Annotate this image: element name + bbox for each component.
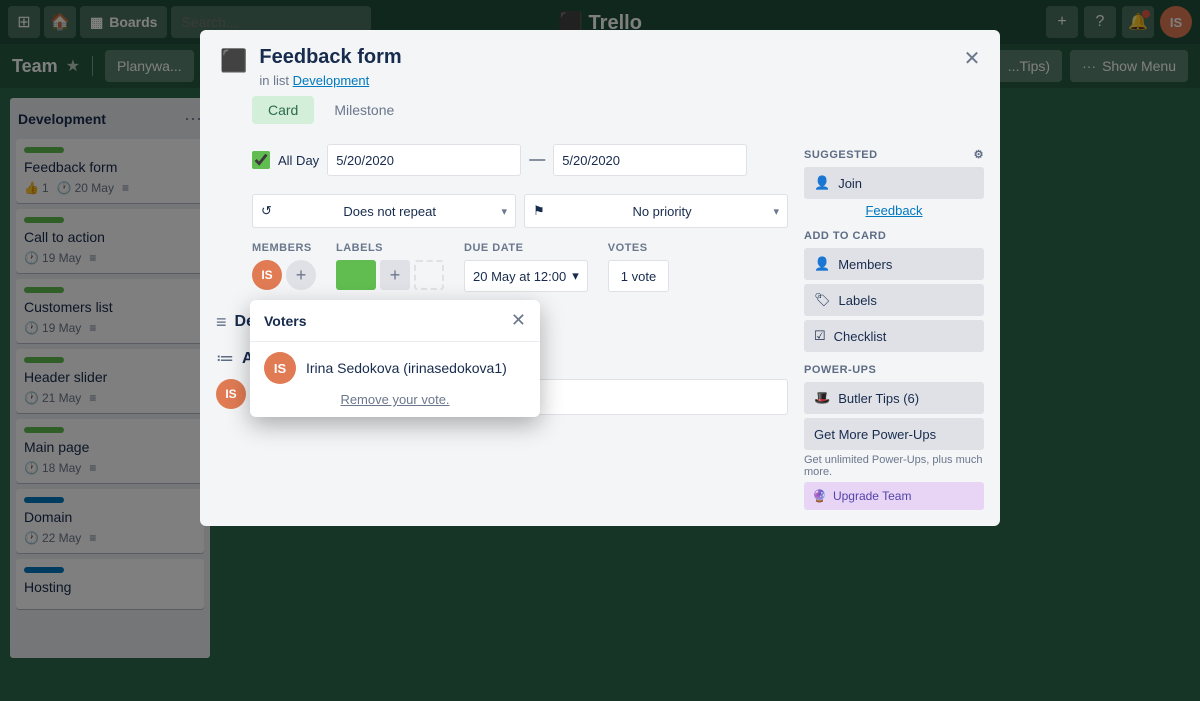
join-button[interactable]: 👤 Join	[804, 167, 984, 199]
repeat-icon: ↺	[261, 203, 272, 219]
card-modal: ⬛ Feedback form in list Development ✕ Ca…	[200, 30, 1000, 526]
members-label: MEMBERS	[252, 242, 316, 254]
voter-name: Irina Sedokova (irinasedokova1)	[306, 360, 507, 376]
members-section: MEMBERS IS +	[252, 242, 316, 292]
add-to-card-label: ADD TO CARD	[804, 230, 984, 242]
date-to-input[interactable]	[553, 144, 747, 176]
repeat-chevron-icon: ▾	[501, 205, 507, 218]
card-details-row: MEMBERS IS + LABELS +	[252, 242, 788, 292]
upgrade-icon: 🔮	[812, 489, 827, 503]
modal-list-link[interactable]: Development	[293, 73, 370, 88]
vote-button[interactable]: 1 vote	[608, 260, 669, 292]
tab-milestone[interactable]: Milestone	[318, 96, 410, 124]
modal-sidebar: SUGGESTED ⚙ 👤 Join Feedback ADD TO CARD …	[804, 136, 984, 510]
labels-icon: 🏷	[814, 292, 831, 308]
labels-content: +	[336, 260, 444, 290]
date-dash: —	[529, 151, 545, 169]
butler-tips-button[interactable]: 🎩 Butler Tips (6)	[804, 382, 984, 414]
modal-close-button[interactable]: ✕	[956, 42, 988, 74]
upgrade-team-button[interactable]: 🔮 Upgrade Team	[804, 482, 984, 510]
date-row: All Day —	[252, 136, 788, 184]
due-date-chevron-icon: ▾	[572, 268, 579, 284]
checklist-add-button[interactable]: ☑ Checklist	[804, 320, 984, 352]
voters-close-button[interactable]: ✕	[511, 310, 526, 331]
labels-add-button[interactable]: 🏷 Labels	[804, 284, 984, 316]
voter-row: IS Irina Sedokova (irinasedokova1)	[264, 352, 526, 384]
card-type-icon: ⬛	[220, 48, 247, 74]
add-label-button[interactable]: +	[380, 260, 410, 290]
labels-label: LABELS	[336, 242, 444, 254]
members-add-button[interactable]: 👤 Members	[804, 248, 984, 280]
feedback-link[interactable]: Feedback	[804, 203, 984, 218]
vote-count: 1 vote	[621, 269, 656, 284]
voters-body: IS Irina Sedokova (irinasedokova1) Remov…	[250, 342, 540, 417]
butler-icon: 🎩	[814, 390, 830, 406]
priority-icon: ⚑	[533, 203, 545, 219]
all-day-label: All Day	[278, 153, 319, 168]
due-date-selector[interactable]: 20 May at 12:00 ▾	[464, 260, 588, 292]
date-from-input[interactable]	[327, 144, 521, 176]
due-date-value: 20 May at 12:00	[473, 269, 566, 284]
voters-popup-header: Voters ✕	[250, 300, 540, 342]
modal-subtitle: in list Development	[259, 73, 980, 88]
options-row: ↺ Does not repeat ▾ ⚑ No priority ▾	[252, 194, 788, 228]
suggested-label: SUGGESTED ⚙	[804, 148, 984, 161]
add-member-button[interactable]: +	[286, 260, 316, 290]
votes-section: VOTES 1 vote	[608, 242, 669, 292]
comment-avatar: IS	[216, 379, 246, 409]
due-date-label: DUE DATE	[464, 242, 588, 254]
label-chip	[336, 260, 376, 290]
members-content: IS +	[252, 260, 316, 290]
voters-popup: Voters ✕ IS Irina Sedokova (irinasedokov…	[250, 300, 540, 417]
repeat-select[interactable]: ↺ Does not repeat ▾	[252, 194, 516, 228]
remove-vote-link[interactable]: Remove your vote.	[264, 392, 526, 407]
tab-card[interactable]: Card	[252, 96, 314, 124]
priority-chevron-icon: ▾	[773, 205, 779, 218]
get-more-power-ups-button[interactable]: Get More Power-Ups	[804, 418, 984, 450]
upgrade-note: Get unlimited Power-Ups, plus much more.	[804, 454, 984, 478]
repeat-value: Does not repeat	[343, 204, 436, 219]
all-day-checkbox[interactable]	[252, 151, 270, 169]
labels-section: LABELS +	[336, 242, 444, 292]
due-date-section: DUE DATE 20 May at 12:00 ▾	[464, 242, 588, 292]
modal-header: ⬛ Feedback form in list Development ✕	[200, 30, 1000, 96]
checklist-icon: ☑	[814, 328, 826, 344]
modal-title: Feedback form	[259, 46, 980, 69]
modal-overlay[interactable]: ⬛ Feedback form in list Development ✕ Ca…	[0, 0, 1200, 701]
activity-icon: ≔	[216, 348, 234, 369]
join-icon: 👤	[814, 175, 830, 191]
members-icon: 👤	[814, 256, 830, 272]
modal-tabs: Card Milestone	[200, 96, 1000, 124]
votes-label: VOTES	[608, 242, 669, 254]
member-avatar: IS	[252, 260, 282, 290]
priority-select[interactable]: ⚑ No priority ▾	[524, 194, 788, 228]
label-empty	[414, 260, 444, 290]
voter-avatar: IS	[264, 352, 296, 384]
close-icon: ✕	[964, 46, 981, 71]
modal-title-area: Feedback form in list Development	[259, 46, 980, 88]
description-icon: ≡	[216, 312, 227, 333]
voters-title: Voters	[264, 313, 307, 329]
voters-close-icon: ✕	[511, 310, 526, 330]
power-ups-label: POWER-UPS	[804, 364, 984, 376]
priority-value: No priority	[632, 204, 691, 219]
suggested-gear-icon[interactable]: ⚙	[974, 148, 984, 161]
